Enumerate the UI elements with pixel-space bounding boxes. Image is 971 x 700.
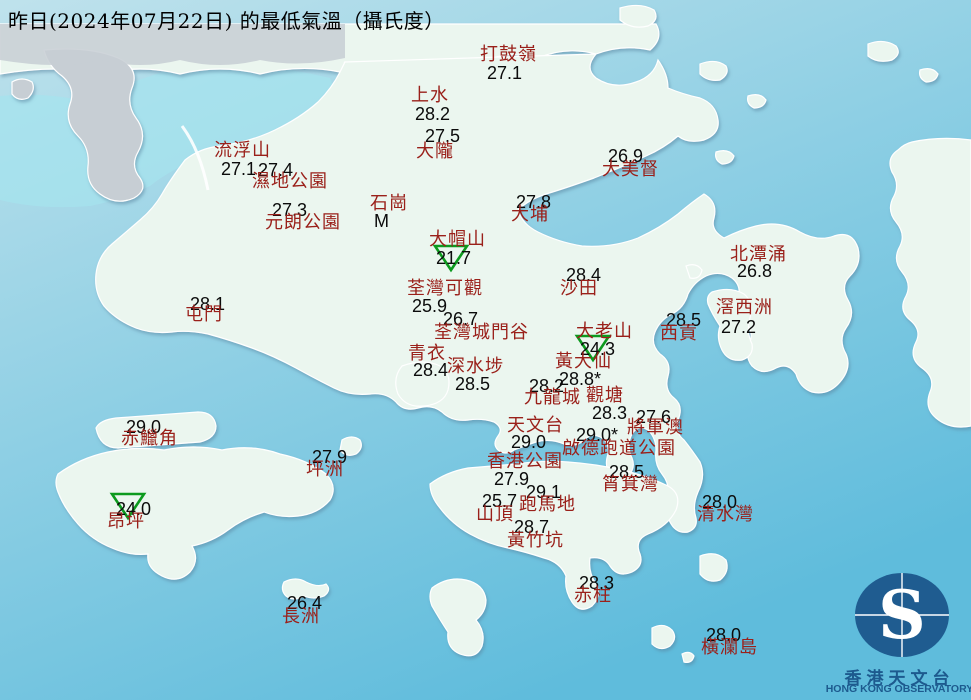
station-temperature: 28.3: [592, 403, 628, 423]
station-name: 山頂: [476, 504, 514, 525]
station-name: 九龍城: [524, 387, 581, 408]
hko-logo-english: HONG KONG OBSERVATORY: [825, 683, 971, 695]
station-name: 流浮山: [214, 140, 271, 161]
station-name: 觀塘: [586, 385, 624, 406]
station-name: 北潭涌: [730, 244, 787, 265]
station-name: 元朗公園: [265, 212, 341, 233]
station-name: 荃灣城門谷: [434, 322, 529, 343]
station-name: 大帽山: [429, 229, 486, 250]
station-name: 啟德跑道公園: [562, 438, 676, 459]
svg-text:S: S: [878, 576, 926, 654]
station-name: 香港公園: [487, 451, 563, 472]
station-name: 橫瀾島: [701, 637, 758, 658]
station-name: 長洲: [282, 606, 320, 627]
station-name: 青衣: [408, 343, 446, 364]
station-name: 坪洲: [306, 459, 344, 480]
station-name: 大老山: [576, 321, 633, 342]
station-name: 大隴: [416, 141, 454, 162]
station-name: 黃竹坑: [507, 530, 564, 551]
station-name: 將軍澳: [627, 417, 684, 438]
station-name: 赤鱲角: [121, 428, 178, 449]
station-temperature: 28.2: [415, 104, 451, 124]
station-name: 滘西洲: [716, 297, 773, 318]
station-name: 跑馬地: [519, 494, 576, 515]
station-name: 西貢: [660, 323, 698, 344]
station-name: 打鼓嶺: [480, 44, 537, 65]
station-temperature: 21.7: [436, 248, 472, 268]
station-name: 黃大仙: [555, 351, 612, 372]
station-name: 大埔: [511, 204, 549, 225]
hko-logo: S 香港天文台 HONG KONG OBSERVATORY: [826, 570, 971, 700]
station-name: 大美督: [602, 159, 659, 180]
station-name: 天文台: [507, 415, 564, 436]
station-name: 筲箕灣: [602, 474, 659, 495]
station-name: 石崗: [370, 193, 408, 214]
station-name: 荃灣可觀: [407, 278, 483, 299]
station-name: 上水: [411, 85, 449, 106]
stations-layer: 27.1 打鼓嶺 28.2 上水 27.5 大隴 27.1 流浮山 27.4 濕地公園 27.3 元朗…: [0, 0, 971, 700]
station-temperature: 28.5: [455, 374, 491, 394]
station-temperature: 27.1: [221, 159, 257, 179]
station-name: 濕地公園: [252, 171, 328, 192]
station-temperature: 25.9: [412, 296, 448, 316]
station-name: 深水埗: [447, 356, 504, 377]
station-temperature: M: [374, 211, 389, 231]
station-temperature: 27.9: [494, 469, 530, 489]
station-name: 清水灣: [697, 504, 754, 525]
station-name: 赤柱: [574, 585, 612, 606]
station-name: 沙田: [560, 278, 598, 299]
station-name: 屯門: [185, 304, 223, 325]
hko-minimum-temperature-map: 昨日(2024年07月22日) 的最低氣溫（攝氏度） 27.1 打鼓嶺 28.2 上水…: [0, 0, 971, 700]
station-temperature: 27.1: [487, 63, 523, 83]
station-name: 昂坪: [107, 511, 145, 532]
hko-logo-icon: S: [855, 573, 949, 657]
station-temperature: 27.2: [721, 317, 757, 337]
